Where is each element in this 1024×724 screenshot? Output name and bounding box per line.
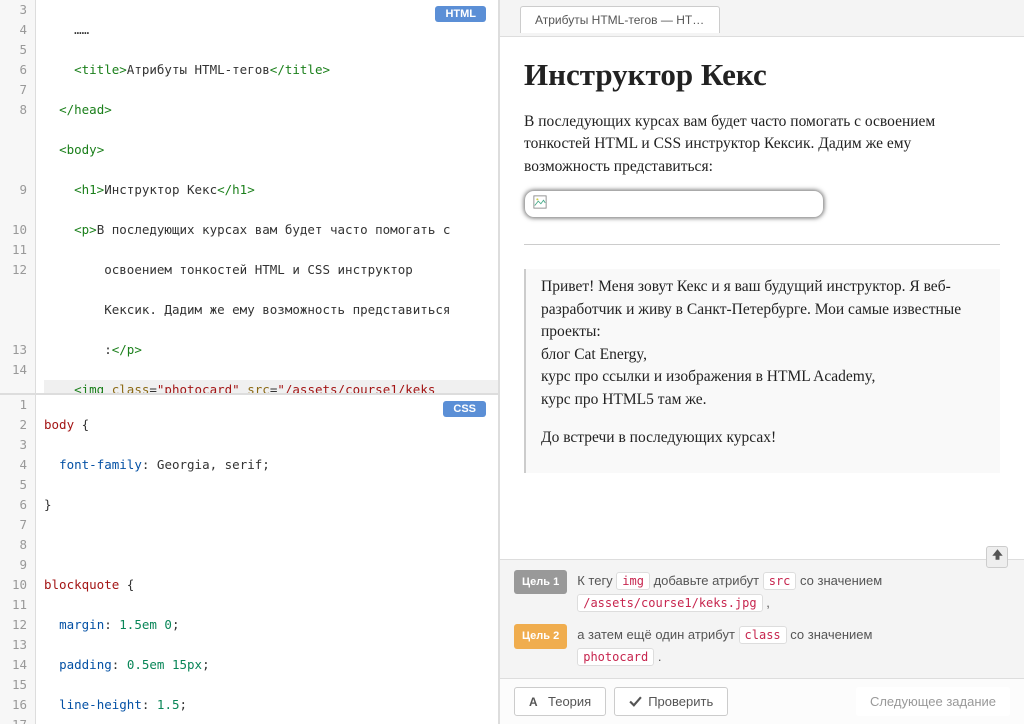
check-icon bbox=[629, 695, 642, 708]
font-icon: A bbox=[529, 695, 542, 708]
next-task-button[interactable]: Следующее задание bbox=[856, 687, 1010, 716]
preview-hr bbox=[524, 244, 1000, 245]
css-code[interactable]: body { font-family: Georgia, serif; } bl… bbox=[36, 395, 498, 724]
preview-body: Инструктор Кекс В последующих курсах вам… bbox=[500, 37, 1024, 559]
preview-heading: Инструктор Кекс bbox=[524, 57, 1000, 93]
goal-1-text: К тегу img добавьте атрибут src со значе… bbox=[577, 570, 882, 614]
css-editor[interactable]: 1234567891011121314151617181920 body { f… bbox=[0, 395, 498, 724]
html-editor[interactable]: 345678 9 101112 1314 1516171819 …… <titl… bbox=[0, 0, 498, 393]
preview-intro: В последующих курсах вам будет часто пом… bbox=[524, 111, 1000, 178]
svg-text:A: A bbox=[529, 695, 538, 708]
goal-2-text: а затем ещё один атрибут class со значен… bbox=[577, 624, 872, 668]
theory-button[interactable]: A Теория bbox=[514, 687, 606, 716]
preview-pane: Атрибуты HTML-тегов — HTML Ак Инструктор… bbox=[500, 0, 1024, 724]
broken-image-icon bbox=[533, 195, 547, 209]
preview-tab[interactable]: Атрибуты HTML-тегов — HTML Ак bbox=[520, 6, 720, 33]
quote-paragraph-2: До встречи в последующих курсах! bbox=[541, 427, 985, 449]
editor-pane: HTML 345678 9 101112 1314 1516171819 …… … bbox=[0, 0, 500, 724]
css-gutter: 1234567891011121314151617181920 bbox=[0, 395, 36, 724]
goal-2: Цель 2 а затем ещё один атрибут class со… bbox=[514, 624, 1010, 668]
preview-blockquote: Привет! Меня зовут Кекс и я ваш будущий … bbox=[524, 269, 1000, 474]
goal-2-badge: Цель 2 bbox=[514, 624, 567, 649]
photocard-image bbox=[524, 190, 824, 218]
css-editor-panel: CSS 1234567891011121314151617181920 body… bbox=[0, 395, 498, 724]
html-code[interactable]: …… <title>Атрибуты HTML-тегов</title> </… bbox=[36, 0, 498, 393]
css-badge: CSS bbox=[443, 401, 486, 417]
check-button[interactable]: Проверить bbox=[614, 687, 728, 716]
scroll-up-button[interactable] bbox=[986, 546, 1008, 568]
html-badge: HTML bbox=[435, 6, 486, 22]
goals-area: Цель 1 К тегу img добавьте атрибут src с… bbox=[500, 559, 1024, 678]
quote-paragraph-1: Привет! Меня зовут Кекс и я ваш будущий … bbox=[541, 276, 985, 411]
goal-1-badge: Цель 1 bbox=[514, 570, 567, 595]
arrow-up-icon bbox=[991, 548, 1004, 561]
html-gutter: 345678 9 101112 1314 1516171819 bbox=[0, 0, 36, 393]
preview-tab-bar: Атрибуты HTML-тегов — HTML Ак bbox=[500, 0, 1024, 37]
button-bar: A Теория Проверить Следующее задание bbox=[500, 678, 1024, 724]
goal-1: Цель 1 К тегу img добавьте атрибут src с… bbox=[514, 570, 1010, 614]
html-editor-panel: HTML 345678 9 101112 1314 1516171819 …… … bbox=[0, 0, 498, 395]
